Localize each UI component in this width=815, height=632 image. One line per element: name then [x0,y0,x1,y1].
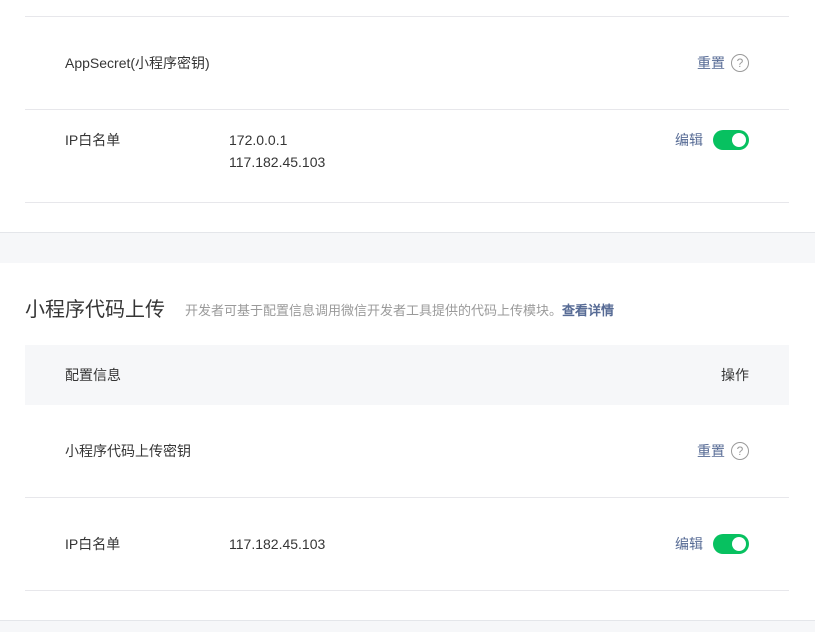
row-label-upload-ip-whitelist: IP白名单 [65,536,121,552]
reset-secret-link[interactable]: 重置 [697,53,725,73]
row-action-upload-key: 重置 ? [697,441,749,461]
section-title: 小程序代码上传 [25,299,165,321]
row-action-app-secret: 重置 ? [697,53,749,73]
table-header: 配置信息 操作 [25,345,789,405]
edit-ip-whitelist-link[interactable]: 编辑 [675,130,703,150]
app-secret-card: AppSecret(小程序密钥) 重置 ? IP白名单 172.0.0.1 11… [0,0,815,233]
section-description: 开发者可基于配置信息调用微信开发者工具提供的代码上传模块。查看详情 [185,302,614,320]
edit-upload-ip-whitelist-link[interactable]: 编辑 [675,534,703,554]
reset-upload-key-link[interactable]: 重置 [697,441,725,461]
row-action-ip-whitelist: 编辑 [675,130,749,150]
column-header-config: 配置信息 [65,367,121,383]
ip-list: 172.0.0.1 117.182.45.103 [229,129,325,173]
row-label-app-secret: AppSecret(小程序密钥) [65,55,210,71]
column-header-action: 操作 [721,367,749,383]
row-label-ip-whitelist: IP白名单 [65,132,121,148]
ip-address: 117.182.45.103 [229,536,326,552]
upload-ip-whitelist-toggle[interactable] [713,534,749,554]
table-row-ip-whitelist: IP白名单 172.0.0.1 117.182.45.103 编辑 [25,110,789,203]
ip-whitelist-toggle[interactable] [713,130,749,150]
ip-address: 172.0.0.1 [229,132,288,148]
table-row-upload-key: 小程序代码上传密钥 重置 ? [25,405,789,498]
ip-address: 117.182.45.103 [229,154,326,170]
row-action-upload-ip-whitelist: 编辑 [675,534,749,554]
help-icon[interactable]: ? [731,442,749,460]
ip-list: 117.182.45.103 [229,533,325,555]
table-row-app-secret: AppSecret(小程序密钥) 重置 ? [25,17,789,110]
view-details-link[interactable]: 查看详情 [562,303,614,318]
help-icon[interactable]: ? [731,54,749,72]
section-desc-text: 开发者可基于配置信息调用微信开发者工具提供的代码上传模块。 [185,303,563,318]
table-row-upload-ip-whitelist: IP白名单 117.182.45.103 编辑 [25,498,789,591]
row-label-upload-key: 小程序代码上传密钥 [65,443,191,459]
